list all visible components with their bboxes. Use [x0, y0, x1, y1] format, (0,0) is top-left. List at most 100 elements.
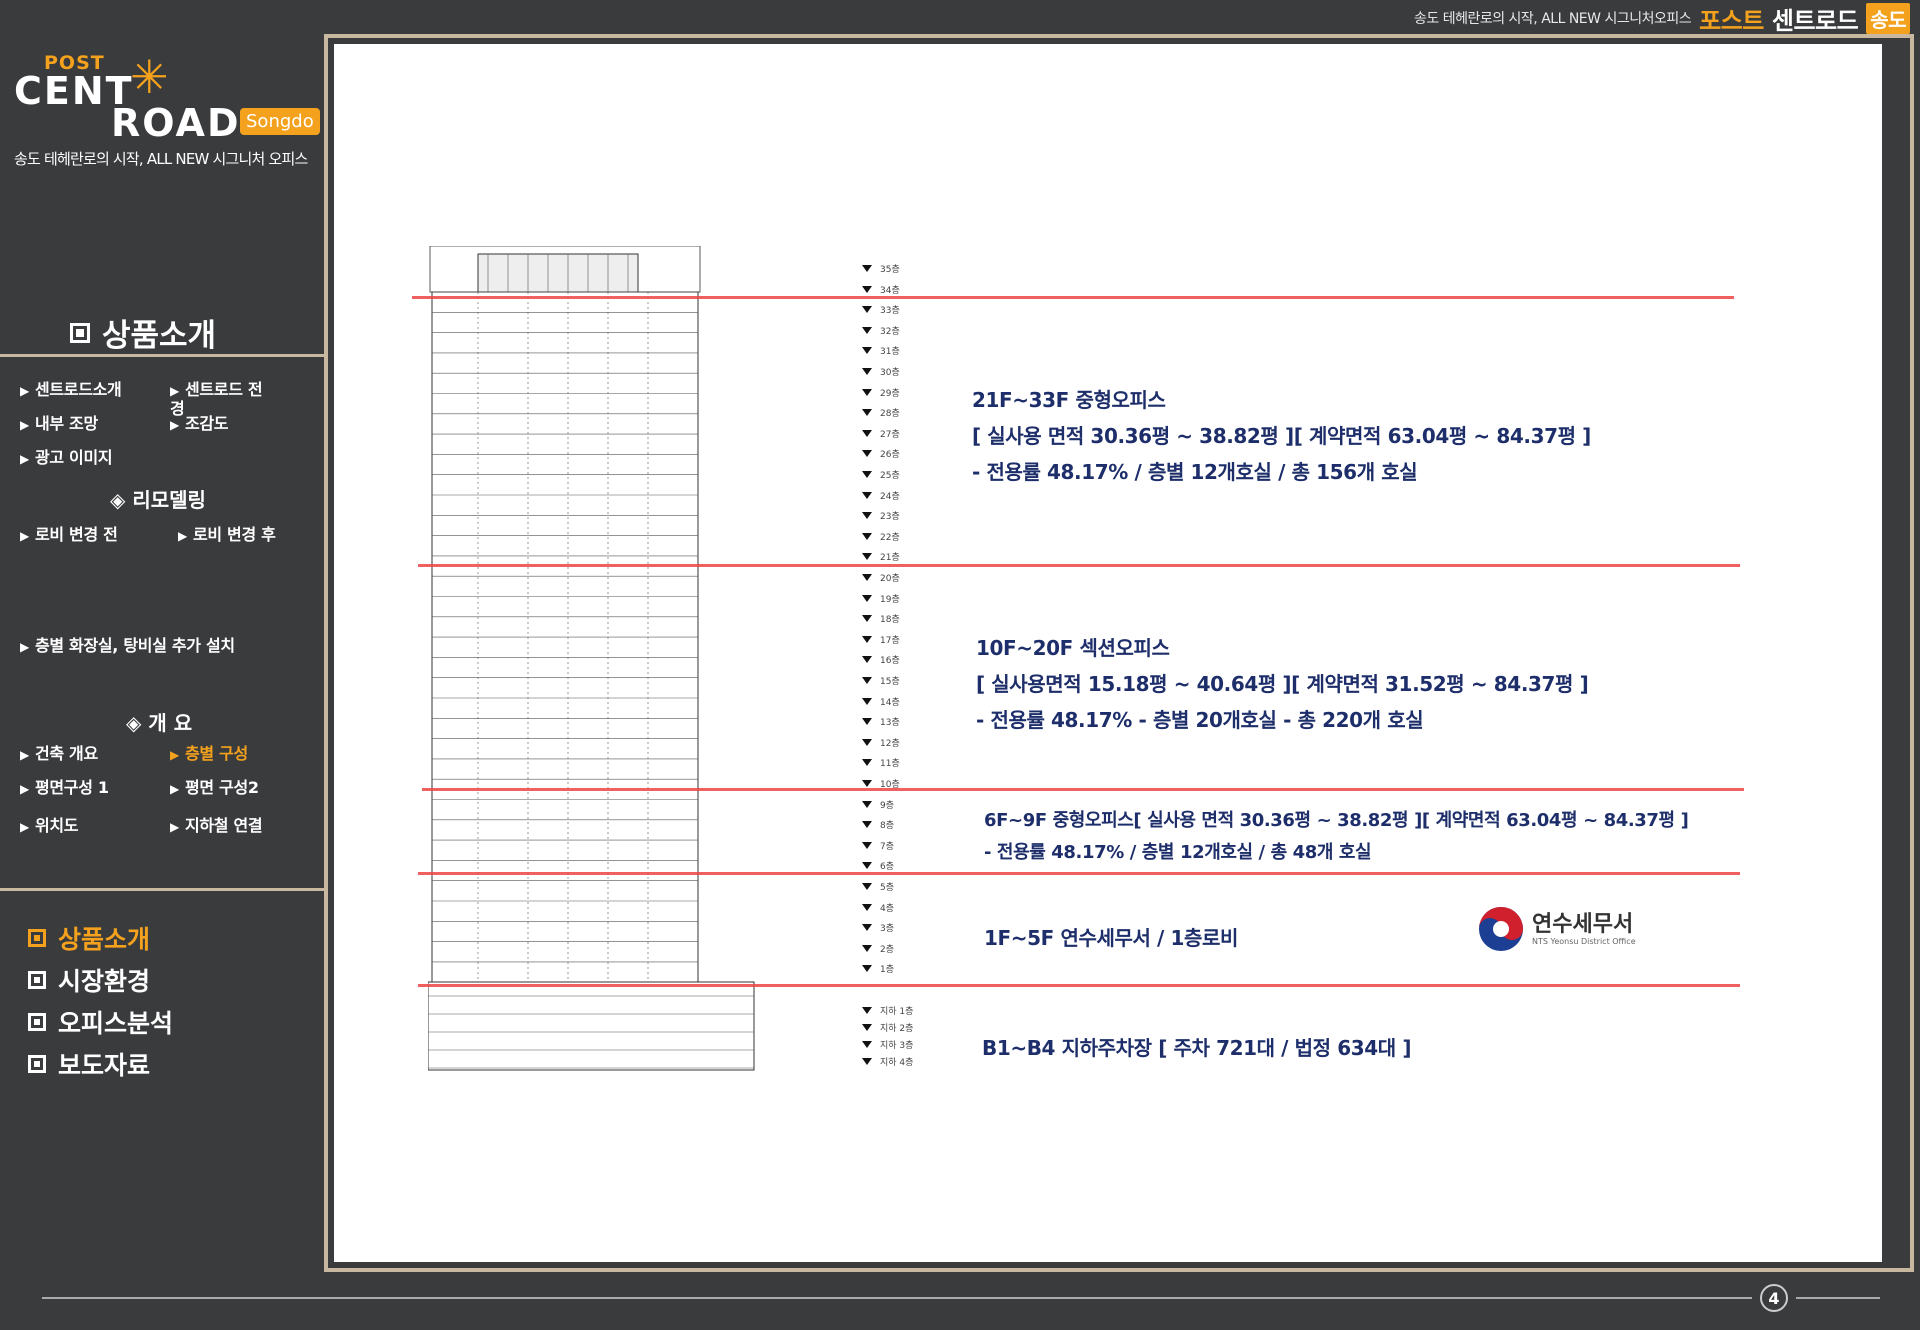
floor-label: 26층	[880, 450, 900, 461]
nts-logo: 연수세무서 NTS Yeonsu District Office	[1478, 906, 1636, 952]
level-arrow-icon	[862, 780, 872, 787]
page-number: 4	[1760, 1284, 1788, 1312]
nav-centroad-view[interactable]: ▶ 센트로드 전경	[170, 381, 266, 418]
logo[interactable]: POST CENT ✳ ROAD Songdo	[14, 50, 320, 152]
nav-ad-image[interactable]: ▶ 광고 이미지	[20, 449, 113, 468]
triangle-icon: ▶	[20, 782, 29, 796]
menu-market[interactable]: 시장환경	[28, 962, 150, 998]
floor-marker: 5층	[862, 880, 932, 894]
floor-label: 18층	[880, 615, 900, 626]
triangle-icon: ▶	[20, 748, 29, 762]
floor-label: 11층	[880, 759, 900, 770]
zone1-detail: - 전용률 48.17% / 층별 12개호실 / 총 156개 호실	[972, 460, 1418, 484]
level-arrow-icon	[862, 677, 872, 684]
floor-label: 14층	[880, 697, 900, 708]
nav-plan2[interactable]: ▶ 평면 구성2	[170, 779, 259, 798]
floor-label: 5층	[880, 883, 895, 893]
zone-divider	[418, 564, 1740, 567]
nav-birdseye[interactable]: ▶ 조감도	[170, 415, 229, 434]
floor-marker: 23층	[862, 509, 932, 523]
floor-marker: 11층	[862, 756, 932, 770]
songdo-badge: 송도	[1866, 2, 1910, 34]
level-arrow-icon	[862, 306, 872, 314]
nav-label: 평면구성 1	[34, 778, 109, 797]
top-tagline: 송도 테헤란로의 시작, ALL NEW 시그니처오피스	[1413, 11, 1692, 27]
floor-marker: 28층	[862, 406, 932, 420]
level-arrow-icon	[862, 883, 872, 890]
nav-interior-view[interactable]: ▶ 내부 조망	[20, 415, 98, 434]
floor-marker: 31층	[862, 344, 932, 358]
nav-lobby-before[interactable]: ▶ 로비 변경 전	[20, 526, 118, 545]
level-arrow-icon	[862, 1007, 872, 1014]
footer-line	[42, 1297, 1752, 1299]
square-icon	[28, 1013, 46, 1031]
nav-location[interactable]: ▶ 위치도	[20, 816, 79, 836]
nav-label: 로비 변경 후	[192, 525, 276, 544]
level-arrow-icon	[862, 512, 872, 520]
floor-marker: 15층	[862, 674, 932, 688]
nav-floor-config[interactable]: ▶ 층별 구성	[170, 745, 248, 764]
nav-label: 로비 변경 전	[34, 525, 118, 544]
floor-marker: 34층	[862, 283, 932, 297]
level-arrow-icon	[862, 450, 872, 458]
floor-label: 35층	[880, 265, 900, 275]
nav-restroom[interactable]: ▶ 층별 화장실, 탕비실 추가 설치	[20, 637, 235, 656]
level-arrow-icon	[862, 821, 872, 829]
floor-label: 29층	[880, 388, 900, 399]
floor-label: 25층	[880, 471, 900, 481]
nav-plan1[interactable]: ▶ 평면구성 1	[20, 779, 109, 798]
brand-centroad: 센트로드	[1771, 6, 1859, 35]
floor-marker: 25층	[862, 468, 932, 482]
zone3-title: 6F~9F 중형오피스[ 실사용 면적 30.36평 ~ 38.82평 ][ 계…	[984, 810, 1689, 831]
zone4-title: 1F~5F 연수세무서 / 1층로비	[984, 926, 1239, 950]
floor-marker: 19층	[862, 592, 932, 606]
level-arrow-icon	[862, 800, 872, 808]
menu-label: 시장환경	[58, 967, 151, 996]
nav-label: 위치도	[34, 816, 79, 835]
floor-marker: 26층	[862, 447, 932, 461]
floor-label: 지하 1층	[880, 1007, 914, 1017]
floor-marker: 18층	[862, 612, 932, 626]
floor-marker: 32층	[862, 324, 932, 338]
level-arrow-icon	[862, 862, 872, 870]
floor-label: 32층	[880, 326, 900, 337]
floor-label: 지하 3층	[880, 1041, 914, 1051]
floor-marker: 12층	[862, 736, 932, 750]
zone2-detail: - 전용률 48.17% - 층별 20개호실 - 총 220개 호실	[976, 708, 1424, 732]
square-icon	[28, 1055, 46, 1073]
menu-press[interactable]: 보도자료	[28, 1046, 150, 1082]
menu-office-analysis[interactable]: 오피스분석	[28, 1004, 173, 1040]
nts-name: 연수세무서	[1532, 911, 1634, 937]
floor-label: 6층	[880, 862, 895, 873]
level-arrow-icon	[862, 738, 872, 746]
overview-heading: ◈ 개 요	[126, 711, 193, 735]
nav-subway[interactable]: ▶ 지하철 연결	[170, 817, 263, 836]
floor-label: 19층	[880, 594, 900, 605]
floor-marker: 20층	[862, 571, 932, 585]
level-arrow-icon	[862, 635, 872, 643]
level-arrow-icon	[862, 841, 872, 849]
nav-building-overview[interactable]: ▶ 건축 개요	[20, 745, 98, 764]
zone-divider	[418, 872, 1740, 875]
basement-marker: 지하 3층	[862, 1038, 932, 1052]
floor-marker: 13층	[862, 715, 932, 729]
nav-centroad-intro[interactable]: ▶ 센트로드소개	[20, 381, 122, 400]
floor-label: 2층	[880, 944, 895, 955]
triangle-icon: ▶	[178, 529, 187, 543]
floor-marker: 24층	[862, 489, 932, 503]
floor-marker: 30층	[862, 365, 932, 379]
floor-label: 15층	[880, 677, 900, 687]
menu-product-intro[interactable]: 상품소개	[28, 920, 150, 956]
floor-label: 27층	[880, 429, 900, 440]
floor-label: 20층	[880, 574, 900, 584]
zone1-area: [ 실사용 면적 30.36평 ~ 38.82평 ][ 계약면적 63.04평 …	[972, 424, 1591, 448]
brand-post: 포스트	[1699, 6, 1764, 35]
star-icon: ✳	[130, 50, 169, 104]
nav-lobby-after[interactable]: ▶ 로비 변경 후	[178, 526, 276, 545]
basement-marker: 지하 4층	[862, 1055, 932, 1069]
floor-marker: 21층	[862, 550, 932, 564]
nav-label: 내부 조망	[34, 414, 98, 433]
menu-label: 상품소개	[58, 925, 151, 954]
level-arrow-icon	[862, 388, 872, 396]
logo-songdo-badge: Songdo	[240, 108, 320, 135]
